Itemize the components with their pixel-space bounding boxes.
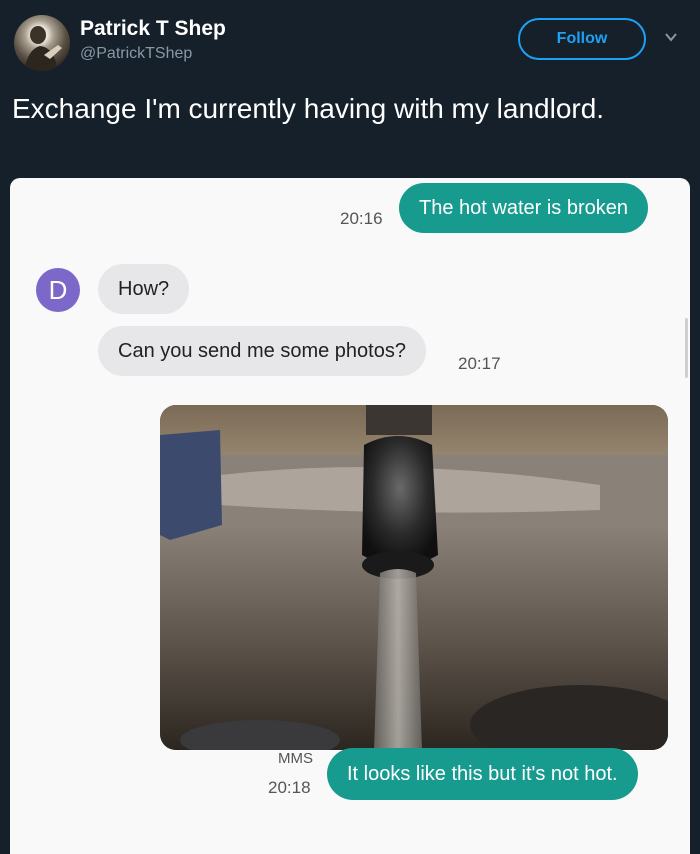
- display-name[interactable]: Patrick T Shep: [80, 17, 226, 41]
- scrollbar[interactable]: [685, 318, 688, 378]
- sms-conversation-screenshot[interactable]: 20:16 The hot water is broken D How? Can…: [10, 178, 690, 854]
- user-handle[interactable]: @PatrickTShep: [80, 45, 192, 63]
- chevron-down-icon[interactable]: [664, 30, 678, 44]
- tweet-header: Patrick T Shep @PatrickTShep Follow: [0, 0, 700, 80]
- message-time: 20:16: [340, 209, 383, 228]
- outgoing-message: It looks like this but it's not hot.: [327, 748, 638, 800]
- message-time: 20:17: [458, 354, 501, 373]
- message-time: 20:18: [268, 778, 311, 797]
- incoming-message: How?: [98, 264, 190, 314]
- mms-label: MMS: [278, 750, 313, 767]
- follow-button[interactable]: Follow: [518, 18, 646, 60]
- user-avatar[interactable]: [14, 15, 70, 71]
- faucet-photo[interactable]: [160, 405, 668, 750]
- tweet-text: Exchange I'm currently having with my la…: [12, 93, 605, 124]
- contact-avatar: D: [36, 268, 80, 312]
- incoming-message: Can you send me some photos?: [98, 326, 426, 376]
- outgoing-message: The hot water is broken: [399, 183, 648, 233]
